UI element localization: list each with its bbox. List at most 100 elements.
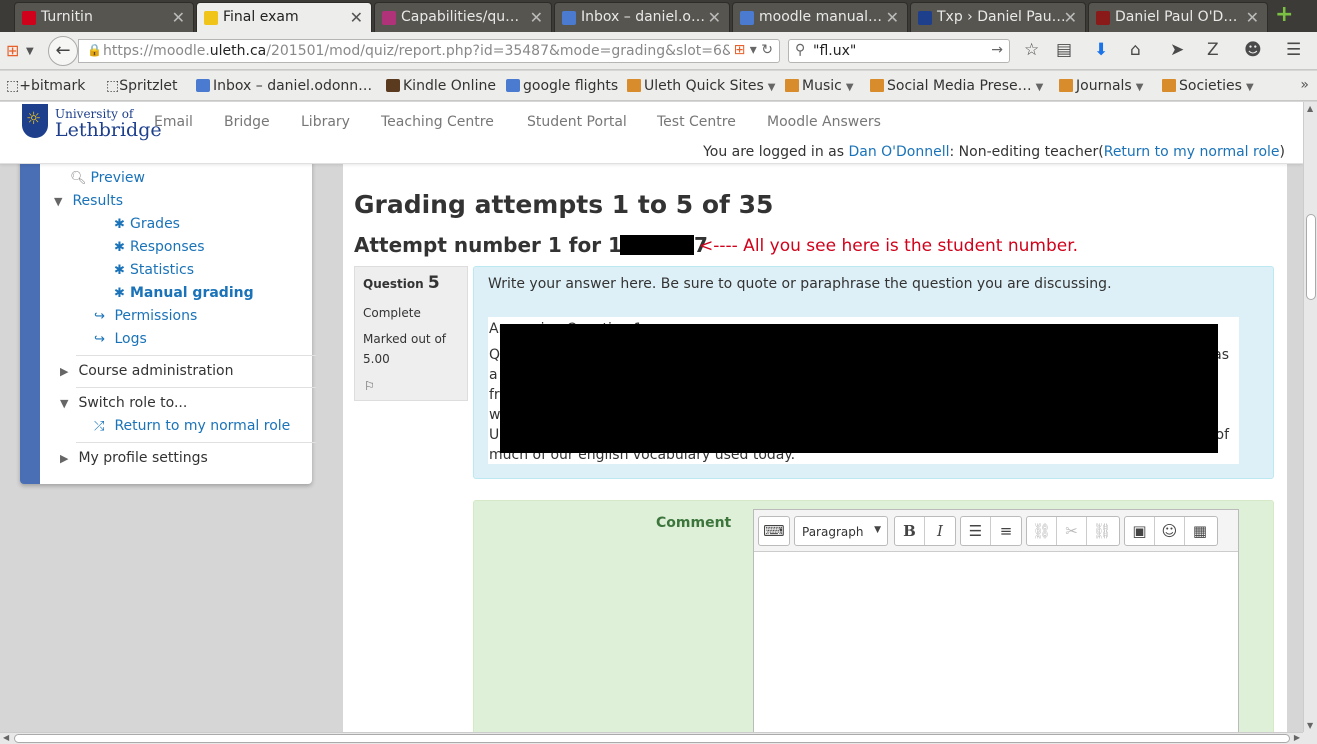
bookmark-folder-music[interactable]: Music ▼ bbox=[785, 78, 854, 94]
scroll-thumb[interactable] bbox=[14, 734, 1290, 743]
bookmark-folder-societies[interactable]: Societies ▼ bbox=[1162, 78, 1254, 94]
sidebar-item-logs[interactable]: ↪ Logs bbox=[94, 331, 147, 347]
scroll-right-icon[interactable]: ▶ bbox=[1294, 733, 1300, 742]
keyboard-toggle-icon[interactable]: ⌨ bbox=[759, 517, 789, 545]
answer-line-3: a bbox=[489, 367, 498, 383]
addon-menu-icon[interactable]: ⊞ bbox=[6, 41, 19, 61]
sidebar-item-results[interactable]: ▼ Results bbox=[54, 193, 123, 209]
addon-icon[interactable]: ⊞ bbox=[734, 42, 746, 58]
bookmark-folder-uleth[interactable]: Uleth Quick Sites ▼ bbox=[627, 78, 775, 94]
nav-student-portal[interactable]: Student Portal bbox=[527, 114, 627, 130]
scroll-down-icon[interactable]: ▼ bbox=[1307, 721, 1313, 730]
close-tab-icon[interactable]: ✕ bbox=[530, 8, 543, 27]
bookmark-spritzlet[interactable]: ⬚Spritzlet bbox=[106, 78, 177, 94]
emoticon-icon[interactable]: ☺ bbox=[1155, 517, 1185, 545]
flag-icon[interactable]: ⚐ bbox=[364, 379, 375, 393]
anchor-link-icon[interactable]: ⛓ bbox=[1087, 517, 1117, 545]
bookmark-google-flights[interactable]: google flights bbox=[506, 78, 618, 94]
unlink-icon[interactable]: ✂ bbox=[1057, 517, 1087, 545]
tab-inbox[interactable]: Inbox – daniel.o… ✕ bbox=[554, 2, 730, 32]
tab-moodle-manual[interactable]: moodle manual… ✕ bbox=[732, 2, 908, 32]
nav-teaching-centre[interactable]: Teaching Centre bbox=[381, 114, 494, 130]
zotero-icon[interactable]: Z bbox=[1207, 40, 1219, 60]
search-input[interactable]: ⚲ "fl.ux" → bbox=[788, 39, 1010, 63]
kindle-icon bbox=[386, 79, 400, 92]
bold-icon[interactable]: B bbox=[895, 517, 925, 545]
horizontal-scrollbar[interactable]: ◀ ▶ bbox=[0, 732, 1303, 744]
bookmark-kindle[interactable]: Kindle Online bbox=[386, 78, 496, 94]
nav-library[interactable]: Library bbox=[301, 114, 350, 130]
sidebar-item-switch-role[interactable]: ▼ Switch role to... bbox=[60, 395, 187, 411]
menu-icon[interactable]: ☰ bbox=[1286, 40, 1301, 60]
numbered-list-icon[interactable]: ≡ bbox=[991, 517, 1021, 545]
report-icon: ✱ bbox=[114, 286, 125, 301]
bullet-list-icon[interactable]: ☰ bbox=[961, 517, 991, 545]
bookmark-label: bitmark bbox=[30, 78, 86, 94]
sidebar-item-return-role[interactable]: ⤮ Return to my normal role bbox=[94, 418, 290, 434]
sidebar-item-grades[interactable]: ✱ Grades bbox=[114, 216, 180, 232]
home-icon[interactable]: ⌂ bbox=[1130, 40, 1141, 60]
vertical-scrollbar[interactable]: ▲ ▼ bbox=[1303, 102, 1317, 732]
bookmark-bitmark[interactable]: ⬚+bitmark bbox=[6, 78, 85, 94]
reload-icon[interactable]: ↻ bbox=[761, 42, 773, 58]
downloads-icon[interactable]: ⬇ bbox=[1094, 40, 1108, 60]
user-name-link[interactable]: Dan O'Donnell bbox=[848, 144, 949, 160]
sidebar-item-preview[interactable]: 🔍︎ Preview bbox=[70, 170, 145, 186]
tab-capabilities[interactable]: Capabilities/qu… ✕ bbox=[374, 2, 552, 32]
tab-final-exam[interactable]: Final exam ✕ bbox=[196, 2, 372, 33]
nav-bridge[interactable]: Bridge bbox=[224, 114, 270, 130]
scroll-left-icon[interactable]: ◀ bbox=[3, 733, 9, 742]
tab-daniel-paul[interactable]: Daniel Paul O'D… ✕ bbox=[1088, 2, 1268, 32]
folder-icon bbox=[870, 79, 884, 92]
scroll-up-icon[interactable]: ▲ bbox=[1307, 104, 1313, 113]
bookmark-folder-social[interactable]: Social Media Prese… ▼ bbox=[870, 78, 1043, 94]
back-button[interactable]: ← bbox=[48, 36, 78, 66]
dropdown-icon[interactable]: ▾ bbox=[750, 42, 757, 58]
bookmark-star-icon[interactable]: ☆ bbox=[1024, 40, 1039, 60]
close-tab-icon[interactable]: ✕ bbox=[886, 8, 899, 27]
close-tab-icon[interactable]: ✕ bbox=[350, 8, 363, 27]
toolbar-media-group: ▣ ☺ ▦ bbox=[1124, 516, 1218, 546]
tab-txp[interactable]: Txp › Daniel Pau… ✕ bbox=[910, 2, 1086, 32]
close-tab-icon[interactable]: ✕ bbox=[172, 8, 185, 27]
nav-email[interactable]: Email bbox=[154, 114, 193, 130]
bookmark-inbox[interactable]: Inbox – daniel.odonn… bbox=[196, 78, 372, 94]
url-bar[interactable]: 🔒 https://moodle.uleth.ca/201501/mod/qui… bbox=[78, 39, 780, 63]
sidebar-item-course-admin[interactable]: ▶ Course administration bbox=[60, 363, 233, 379]
paragraph-select[interactable]: Paragraph ▼ bbox=[794, 516, 888, 546]
tab-turnitin[interactable]: Turnitin ✕ bbox=[14, 2, 194, 32]
italic-icon[interactable]: I bbox=[925, 517, 955, 545]
answer-redaction-box bbox=[500, 324, 1218, 453]
close-tab-icon[interactable]: ✕ bbox=[1246, 8, 1259, 27]
sidebar-label: Manual grading bbox=[130, 285, 254, 301]
sidebar-item-statistics[interactable]: ✱ Statistics bbox=[114, 262, 194, 278]
capabilities-favicon-icon bbox=[382, 11, 396, 25]
search-go-icon[interactable]: → bbox=[991, 42, 1003, 58]
bookmark-folder-journals[interactable]: Journals ▼ bbox=[1059, 78, 1143, 94]
new-tab-plus-icon[interactable]: + bbox=[1275, 4, 1293, 26]
nav-moodle-answers[interactable]: Moodle Answers bbox=[767, 114, 881, 130]
chevron-down-icon[interactable]: ▼ bbox=[26, 42, 34, 62]
chevron-right-double-icon[interactable]: » bbox=[1300, 77, 1309, 93]
reading-list-icon[interactable]: ▤ bbox=[1056, 40, 1072, 60]
university-logo[interactable]: University of Lethbridge bbox=[22, 104, 162, 144]
media-icon[interactable]: ▦ bbox=[1185, 517, 1215, 545]
close-tab-icon[interactable]: ✕ bbox=[1064, 8, 1077, 27]
comment-editor[interactable]: ⌨ Paragraph ▼ B I ☰ ≡ ⛓ ✂ ⛓ ▣ ☺ ▦ bbox=[753, 509, 1239, 732]
image-icon[interactable]: ▣ bbox=[1125, 517, 1155, 545]
nav-test-centre[interactable]: Test Centre bbox=[657, 114, 736, 130]
sidebar-item-manual-grading[interactable]: ✱ Manual grading bbox=[114, 285, 254, 301]
chevron-down-icon: ▼ bbox=[767, 82, 776, 93]
send-icon[interactable]: ➤ bbox=[1170, 40, 1184, 60]
sidebar-item-profile-settings[interactable]: ▶ My profile settings bbox=[60, 450, 208, 466]
scroll-thumb[interactable] bbox=[1306, 214, 1316, 300]
sidebar-item-permissions[interactable]: ↪ Permissions bbox=[94, 308, 197, 324]
close-tab-icon[interactable]: ✕ bbox=[708, 8, 721, 27]
toolbar-toggle-group: ⌨ bbox=[758, 516, 790, 546]
sidebar-label: Switch role to... bbox=[78, 395, 188, 411]
link-icon[interactable]: ⛓ bbox=[1027, 517, 1057, 545]
sidebar-item-responses[interactable]: ✱ Responses bbox=[114, 239, 205, 255]
sidebar-divider bbox=[76, 387, 316, 388]
chat-icon[interactable]: ☻ bbox=[1244, 40, 1262, 60]
return-role-link[interactable]: Return to my normal role bbox=[1104, 144, 1280, 160]
